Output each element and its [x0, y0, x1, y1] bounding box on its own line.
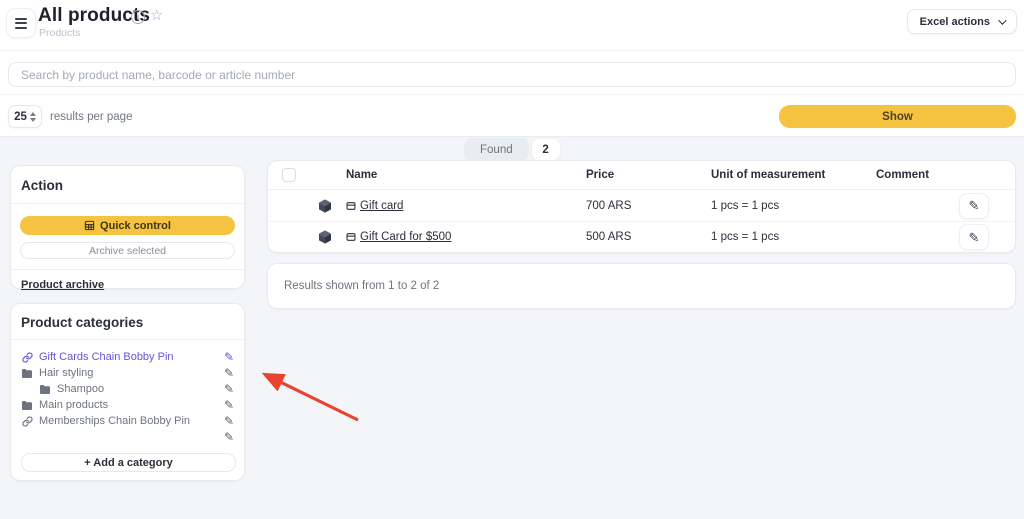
hamburger-menu-icon[interactable] — [6, 8, 36, 38]
product-unit: 1 pcs = 1 pcs — [711, 200, 876, 212]
per-page-select[interactable]: 25 — [8, 105, 42, 128]
gift-card-icon — [346, 201, 356, 211]
product-price: 500 ARS — [586, 231, 711, 243]
annotation-arrow — [250, 362, 370, 430]
edit-product-button[interactable]: ✎ — [959, 193, 989, 219]
grid-icon — [84, 220, 95, 231]
product-unit: 1 pcs = 1 pcs — [711, 231, 876, 243]
folder-icon — [21, 367, 33, 379]
tab-found-count[interactable]: 2 — [531, 138, 561, 161]
category-label: Main products — [39, 399, 218, 411]
column-header-price: Price — [586, 169, 711, 181]
category-label: Memberships Chain Bobby Pin — [39, 415, 218, 427]
product-link[interactable]: Gift Card for $500 — [360, 231, 451, 243]
category-list: Gift Cards Chain Bobby Pin ✎ Hair stylin… — [11, 340, 244, 445]
per-page-label: results per page — [50, 111, 132, 123]
edit-pencil-icon[interactable]: ✎ — [224, 415, 234, 427]
gift-card-icon — [346, 232, 356, 242]
chevron-down-icon — [998, 16, 1006, 24]
column-header-name: Name — [346, 169, 586, 181]
excel-actions-button[interactable]: Excel actions — [907, 9, 1017, 34]
folder-icon — [21, 399, 33, 411]
results-summary-card: Results shown from 1 to 2 of 2 — [267, 263, 1016, 309]
table-header-row: Name Price Unit of measurement Comment — [268, 161, 1015, 190]
search-input[interactable] — [8, 62, 1016, 87]
favorite-star-icon[interactable]: ☆ — [150, 6, 163, 24]
add-category-button[interactable]: + Add a category — [21, 453, 236, 472]
tab-found[interactable]: Found — [464, 138, 529, 161]
column-header-comment: Comment — [876, 169, 959, 181]
category-item[interactable]: Main products ✎ — [21, 397, 234, 413]
per-page-value: 25 — [14, 111, 27, 123]
excel-actions-label: Excel actions — [920, 16, 990, 28]
pencil-icon: ✎ — [969, 199, 980, 212]
info-icon[interactable]: i — [131, 10, 145, 24]
category-label: Gift Cards Chain Bobby Pin — [39, 351, 218, 363]
top-bar: All products Products i ☆ Excel actions … — [0, 0, 1024, 137]
category-label: Hair styling — [39, 367, 218, 379]
categories-panel-title: Product categories — [11, 304, 244, 339]
edit-product-button[interactable]: ✎ — [959, 224, 989, 250]
folder-icon — [39, 383, 51, 395]
results-summary-text: Results shown from 1 to 2 of 2 — [268, 280, 439, 292]
category-item[interactable]: Shampoo ✎ — [21, 381, 234, 397]
quick-control-label: Quick control — [100, 220, 171, 232]
action-panel-title: Action — [11, 166, 244, 203]
category-label: Shampoo — [57, 383, 218, 395]
product-link[interactable]: Gift card — [360, 200, 403, 212]
product-archive-link[interactable]: Product archive — [21, 279, 104, 291]
stepper-icon — [30, 112, 36, 122]
select-all-checkbox[interactable] — [282, 168, 296, 182]
breadcrumb: Products — [39, 27, 80, 39]
package-cube-icon — [304, 198, 346, 214]
show-button[interactable]: Show — [779, 105, 1016, 128]
table-row[interactable]: Gift Card for $500 500 ARS 1 pcs = 1 pcs… — [268, 221, 1015, 252]
divider — [0, 94, 1024, 95]
category-item[interactable]: Hair styling ✎ — [21, 365, 234, 381]
edit-pencil-icon[interactable]: ✎ — [224, 399, 234, 411]
link-icon — [21, 351, 33, 363]
divider — [0, 50, 1024, 51]
table-row[interactable]: Gift card 700 ARS 1 pcs = 1 pcs ✎ — [268, 190, 1015, 221]
edit-pencil-icon[interactable]: ✎ — [224, 431, 234, 443]
products-page: All products Products i ☆ Excel actions … — [0, 0, 1024, 519]
edit-pencil-icon[interactable]: ✎ — [224, 367, 234, 379]
archive-selected-button[interactable]: Archive selected — [20, 242, 235, 259]
results-tabs: Found 2 — [464, 138, 561, 161]
product-price: 700 ARS — [586, 200, 711, 212]
category-item[interactable]: ✎ — [21, 429, 234, 445]
quick-control-button[interactable]: Quick control — [20, 216, 235, 235]
action-panel: Action Quick control Archive selected Pr… — [10, 165, 245, 289]
products-table: Name Price Unit of measurement Comment G… — [267, 160, 1016, 253]
link-icon — [21, 415, 33, 427]
edit-pencil-icon[interactable]: ✎ — [224, 383, 234, 395]
edit-pencil-icon[interactable]: ✎ — [224, 351, 234, 363]
category-item[interactable]: Gift Cards Chain Bobby Pin ✎ — [21, 349, 234, 365]
product-categories-panel: Product categories Gift Cards Chain Bobb… — [10, 303, 245, 481]
divider — [11, 269, 244, 270]
column-header-unit: Unit of measurement — [711, 169, 876, 181]
package-cube-icon — [304, 229, 346, 245]
category-item[interactable]: Memberships Chain Bobby Pin ✎ — [21, 413, 234, 429]
pencil-icon: ✎ — [969, 231, 980, 244]
